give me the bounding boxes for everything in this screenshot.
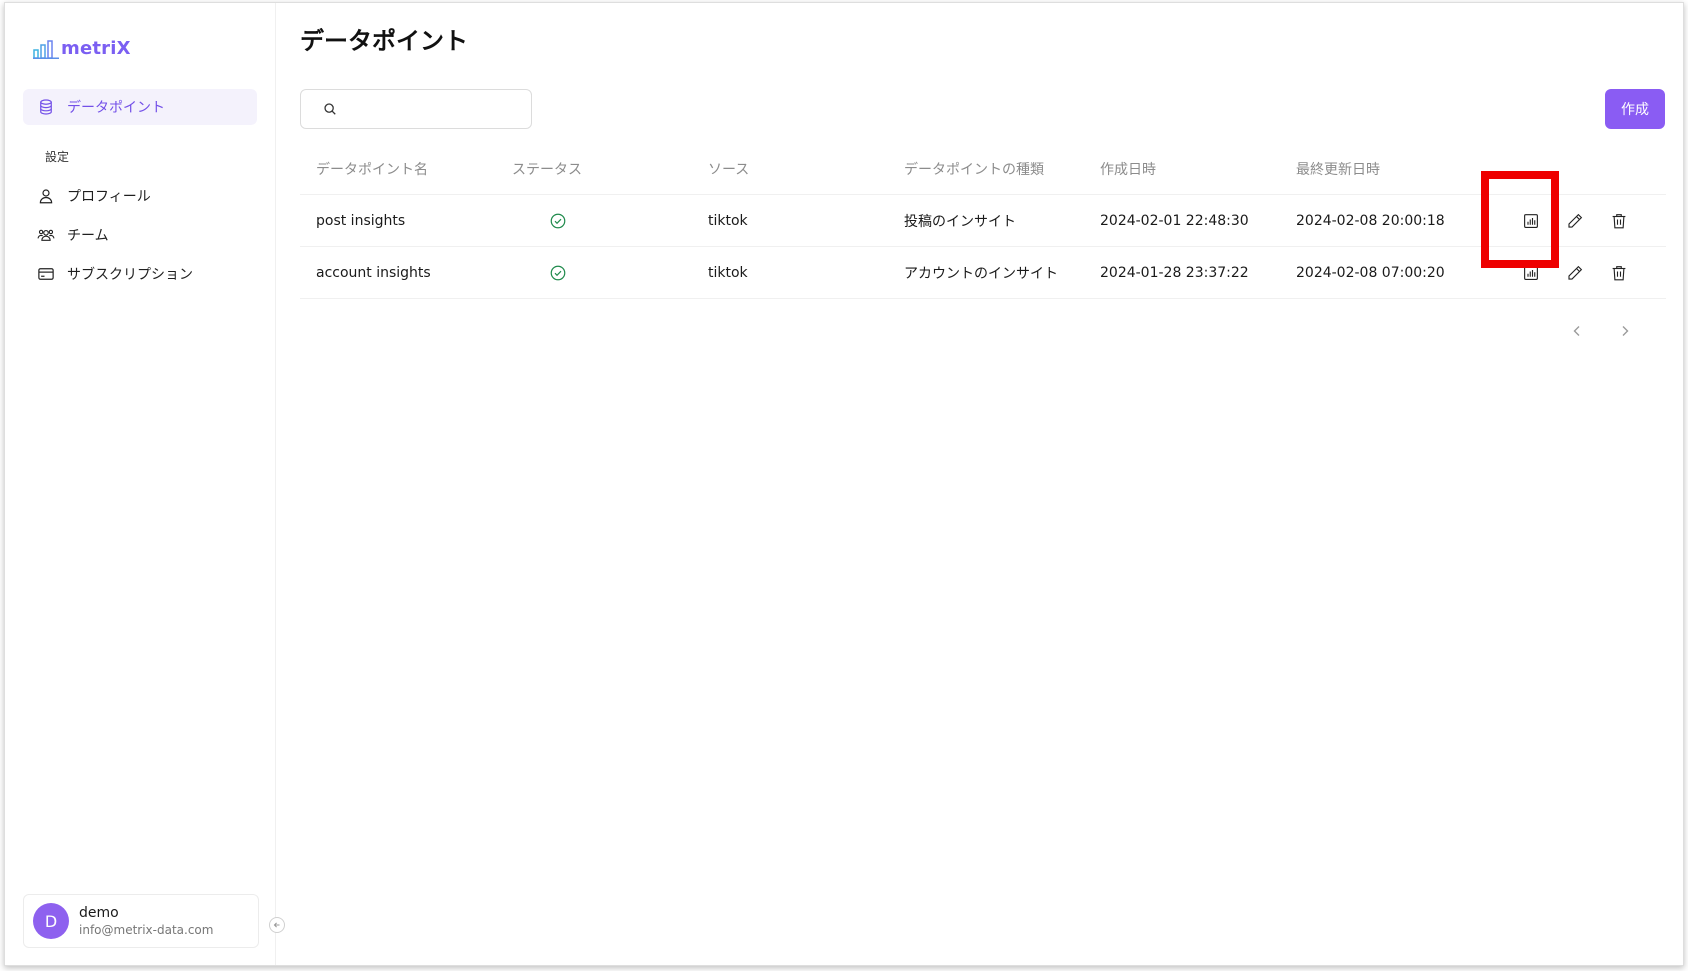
column-header-status[interactable]: ステータス — [512, 143, 582, 194]
column-header-created[interactable]: 作成日時 — [1100, 143, 1156, 194]
table-row[interactable]: post insights tiktok 投稿のインサイト 2024-02-01… — [300, 195, 1666, 247]
prev-page-button[interactable] — [1570, 323, 1584, 342]
pagination — [1570, 323, 1632, 342]
column-header-updated[interactable]: 最終更新日時 — [1296, 143, 1380, 194]
sidebar-item-label: プロフィール — [67, 189, 151, 205]
search-box[interactable] — [300, 89, 532, 129]
status-cell — [549, 247, 567, 298]
trash-icon — [1612, 265, 1626, 280]
create-button[interactable]: 作成 — [1605, 89, 1665, 129]
datapoints-table: データポイント名 ステータス ソース データポイントの種類 作成日時 最終更新日… — [300, 143, 1666, 299]
settings-section-label: 設定 — [45, 150, 70, 164]
delete-button[interactable] — [1610, 212, 1628, 230]
column-header-source[interactable]: ソース — [708, 143, 749, 194]
pencil-icon — [1568, 213, 1583, 228]
app-window: metriX データポイント 設定 プロフィール チーム サブスクリプション D… — [4, 2, 1684, 966]
status-cell — [549, 195, 567, 246]
table-header-row: データポイント名 ステータス ソース データポイントの種類 作成日時 最終更新日… — [300, 143, 1666, 195]
sidebar: metriX データポイント 設定 プロフィール チーム サブスクリプション D… — [5, 3, 276, 965]
chevron-right-icon — [1622, 326, 1629, 336]
highlight-annotation — [1481, 171, 1559, 268]
main-content: データポイント 作成 データポイント名 ステータス ソース データポイントの種類… — [276, 3, 1683, 965]
pencil-icon — [1568, 265, 1583, 280]
datapoint-name: account insights — [316, 264, 431, 281]
column-header-type[interactable]: データポイントの種類 — [904, 143, 1044, 194]
logo-text: metriX — [61, 38, 131, 59]
check-circle-icon — [550, 265, 566, 280]
sidebar-item-subscription[interactable]: サブスクリプション — [23, 256, 257, 292]
logo[interactable]: metriX — [33, 39, 131, 59]
sidebar-item-label: データポイント — [67, 100, 165, 116]
updated-cell: 2024-02-08 07:00:20 — [1296, 264, 1445, 281]
next-page-button[interactable] — [1618, 323, 1632, 342]
user-name: demo — [79, 904, 119, 921]
team-icon — [37, 229, 55, 241]
avatar: D — [33, 903, 69, 939]
credit-card-icon — [38, 268, 54, 280]
updated-cell: 2024-02-08 20:00:18 — [1296, 212, 1445, 229]
trash-icon — [1612, 213, 1626, 228]
delete-button[interactable] — [1610, 264, 1628, 282]
source-cell: tiktok — [708, 212, 748, 229]
created-cell: 2024-02-01 22:48:30 — [1100, 212, 1249, 229]
search-input[interactable] — [345, 101, 515, 117]
column-header-name[interactable]: データポイント名 — [316, 143, 428, 194]
user-info: demo info@metrix-data.com — [79, 905, 213, 938]
table-row[interactable]: account insights tiktok アカウントのインサイト 2024… — [300, 247, 1666, 299]
edit-button[interactable] — [1566, 212, 1584, 230]
user-email: info@metrix-data.com — [79, 922, 214, 937]
created-cell: 2024-01-28 23:37:22 — [1100, 264, 1249, 281]
user-card[interactable]: D demo info@metrix-data.com — [23, 894, 259, 948]
source-cell: tiktok — [708, 264, 748, 281]
type-cell: 投稿のインサイト — [904, 213, 1016, 230]
bar-chart-logo-icon — [33, 40, 59, 59]
sidebar-item-label: サブスクリプション — [67, 267, 193, 283]
search-icon — [324, 103, 336, 115]
datapoint-name: post insights — [316, 212, 406, 229]
edit-button[interactable] — [1566, 264, 1584, 282]
page-title: データポイント — [300, 27, 468, 55]
chevron-left-icon — [1573, 326, 1580, 336]
sidebar-item-datapoints[interactable]: データポイント — [23, 89, 257, 125]
user-icon — [39, 189, 53, 204]
sidebar-item-label: チーム — [67, 228, 109, 244]
check-circle-icon — [550, 213, 566, 228]
sidebar-item-team[interactable]: チーム — [23, 217, 257, 253]
type-cell: アカウントのインサイト — [904, 265, 1058, 282]
sidebar-item-profile[interactable]: プロフィール — [23, 178, 257, 214]
database-icon — [40, 99, 52, 115]
